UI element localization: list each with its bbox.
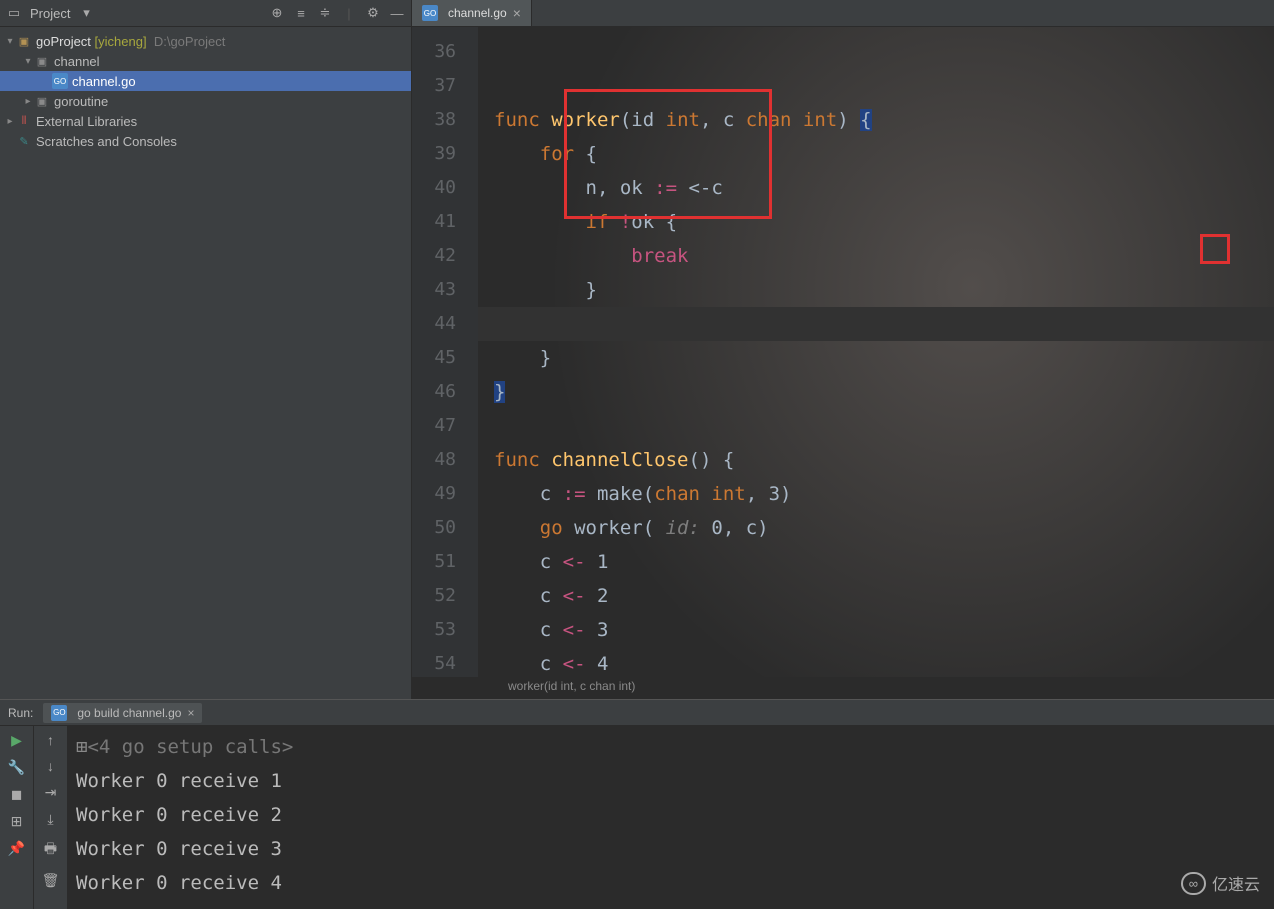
wrap-icon[interactable]: ⇥: [45, 784, 57, 801]
code-line-44[interactable]: }: [494, 381, 505, 403]
run-tab-label: go build channel.go: [77, 706, 181, 720]
scratches-icon: ✎: [16, 133, 32, 149]
tree-goroutine[interactable]: ▣ goroutine: [0, 91, 411, 111]
code-line-45[interactable]: [494, 415, 505, 437]
watermark: ∞ 亿速云: [1181, 871, 1260, 895]
editor-tabs: GO channel.go ×: [412, 0, 1274, 27]
folder-icon: ▣: [16, 33, 32, 49]
code-line-48[interactable]: go worker( id: 0, c): [494, 517, 769, 539]
project-icon: ▭: [6, 5, 22, 21]
print-icon[interactable]: 🖶: [44, 838, 57, 862]
close-icon[interactable]: ×: [513, 5, 521, 21]
node-label: External Libraries: [36, 114, 137, 129]
run-header: Run: GO go build channel.go ×: [0, 700, 1274, 726]
project-sidebar: ▭ Project ▾ ⊕ ≡ ≑ | ⚙ — ▣ goProject [yic…: [0, 0, 412, 699]
pin-icon[interactable]: 📌: [8, 840, 25, 857]
line-gutter: 36 37 38 39 40 41 42 43 44 45 46 47 48 4…: [412, 27, 478, 677]
run-toolbar-2: ↑ ↓ ⇥ ⤓ 🖶 🗑: [34, 726, 68, 909]
tab-label: channel.go: [448, 6, 507, 20]
close-icon[interactable]: ×: [187, 706, 194, 720]
code-line-49[interactable]: c <- 1: [494, 551, 608, 573]
run-panel: Run: GO go build channel.go × ▶ 🔧 ◼ ⊞ 📌 …: [0, 699, 1274, 909]
dropdown-icon[interactable]: ▾: [78, 5, 94, 21]
divider: |: [341, 5, 357, 21]
root-path: D:\goProject: [154, 34, 226, 49]
wrench-icon[interactable]: 🔧: [8, 759, 25, 776]
trash-icon[interactable]: 🗑: [42, 872, 60, 889]
run-tab[interactable]: GO go build channel.go ×: [43, 703, 202, 723]
node-label: goroutine: [54, 94, 108, 109]
tree-channel[interactable]: ▣ channel: [0, 51, 411, 71]
hide-icon[interactable]: —: [389, 5, 405, 21]
scroll-icon[interactable]: ⤓: [47, 811, 53, 828]
current-line-highlight: [478, 307, 1274, 341]
tree-scratches[interactable]: · ✎ Scratches and Consoles: [0, 131, 411, 151]
root-branch: [yicheng]: [95, 34, 147, 49]
tree-root[interactable]: ▣ goProject [yicheng] D:\goProject: [0, 31, 411, 51]
breadcrumb[interactable]: worker(id int, c chan int): [412, 677, 1274, 699]
watermark-icon: ∞: [1181, 872, 1206, 895]
chevron-down-icon[interactable]: [22, 56, 34, 67]
node-label: channel.go: [72, 74, 136, 89]
annotation-box-2: [1200, 234, 1230, 264]
libraries-icon: ⫴: [16, 113, 32, 129]
code-line-50[interactable]: c <- 2: [494, 585, 608, 607]
layout-icon[interactable]: ⊞: [11, 813, 23, 830]
code-line-36[interactable]: func worker(id int, c chan int) {: [494, 109, 872, 131]
down-icon[interactable]: ↓: [47, 758, 54, 774]
folder-icon: ▣: [34, 93, 50, 109]
chevron-down-icon[interactable]: [4, 36, 16, 47]
watermark-text: 亿速云: [1212, 871, 1260, 895]
code-line-39[interactable]: if !ok {: [494, 211, 677, 233]
code-line-40[interactable]: break: [494, 245, 688, 267]
code-line-38[interactable]: n, ok := <-c: [494, 177, 723, 199]
code-line-51[interactable]: c <- 3: [494, 619, 608, 641]
play-icon[interactable]: ▶: [11, 732, 22, 749]
console-output[interactable]: ⊞<4 go setup calls> Worker 0 receive 1 W…: [68, 726, 1274, 909]
go-file-icon: GO: [422, 5, 438, 21]
gear-icon[interactable]: ⚙: [365, 5, 381, 21]
folder-icon: ▣: [34, 53, 50, 69]
code-line-52[interactable]: c <- 4: [494, 653, 608, 675]
node-label: channel: [54, 54, 100, 69]
root-name: goProject: [36, 34, 91, 49]
up-icon[interactable]: ↑: [47, 732, 54, 748]
collapse-icon[interactable]: ≑: [317, 5, 333, 21]
editor-area: GO channel.go × 36 37 38 39 40 41 42 43 …: [412, 0, 1274, 699]
expand-icon[interactable]: ≡: [293, 5, 309, 21]
stop-icon[interactable]: ◼: [11, 786, 23, 803]
code-line-46[interactable]: func channelClose() {: [494, 449, 734, 471]
sidebar-title[interactable]: Project: [30, 6, 70, 21]
tab-channel-go[interactable]: GO channel.go ×: [412, 0, 532, 26]
go-file-icon: GO: [51, 705, 67, 721]
node-label: Scratches and Consoles: [36, 134, 177, 149]
tree-external-libs[interactable]: ⫴ External Libraries: [0, 111, 411, 131]
project-tree[interactable]: ▣ goProject [yicheng] D:\goProject ▣ cha…: [0, 27, 411, 699]
sidebar-header: ▭ Project ▾ ⊕ ≡ ≑ | ⚙ —: [0, 0, 411, 27]
run-toolbar-1: ▶ 🔧 ◼ ⊞ 📌: [0, 726, 34, 909]
code-line-41[interactable]: }: [494, 279, 597, 301]
code-line-47[interactable]: c := make(chan int, 3): [494, 483, 791, 505]
code-editor[interactable]: 36 37 38 39 40 41 42 43 44 45 46 47 48 4…: [412, 27, 1274, 677]
tree-file-channel-go[interactable]: · GO channel.go: [0, 71, 411, 91]
go-file-icon: GO: [52, 73, 68, 89]
code-line-43[interactable]: }: [494, 347, 551, 369]
target-icon[interactable]: ⊕: [269, 5, 285, 21]
chevron-right-icon[interactable]: [4, 116, 16, 127]
chevron-right-icon[interactable]: [22, 96, 34, 107]
run-label: Run:: [8, 706, 33, 720]
code-line-37[interactable]: for {: [494, 143, 597, 165]
